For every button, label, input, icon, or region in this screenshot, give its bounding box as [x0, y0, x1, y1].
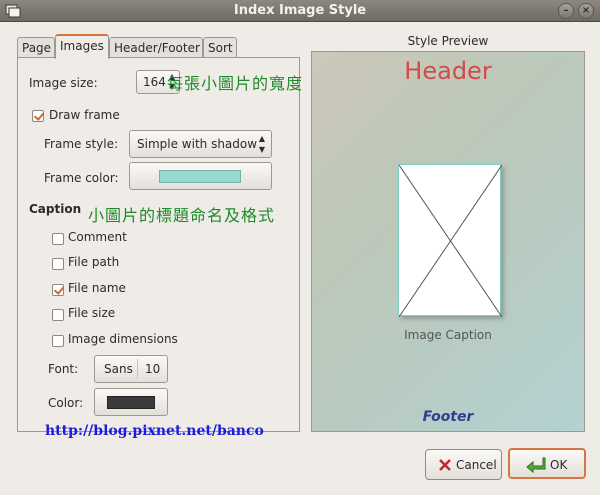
combo-arrows-icon: ▲ ▼: [258, 134, 266, 154]
caption-annotation: 小圖片的標題命名及格式: [88, 206, 276, 225]
style-preview-label: Style Preview: [407, 34, 489, 48]
frame-style-label: Frame style:: [44, 137, 119, 151]
comment-label: Comment: [68, 230, 127, 244]
frame-color-button[interactable]: [129, 162, 272, 190]
caption-heading: Caption: [29, 202, 82, 216]
ok-label: OK: [550, 458, 568, 472]
preview-caption: Image Caption: [404, 328, 492, 342]
file-path-checkbox[interactable]: [52, 258, 64, 270]
image-dimensions-label: Image dimensions: [68, 332, 178, 346]
style-preview-area: Header Image Caption Footer: [311, 51, 585, 432]
font-name: Sans: [104, 362, 133, 376]
preview-thumbnail: [398, 164, 503, 318]
font-button[interactable]: Sans 10: [94, 355, 168, 383]
font-label: Font:: [48, 362, 79, 376]
ok-arrow-icon: [526, 457, 546, 474]
minimize-icon[interactable]: –: [558, 3, 574, 19]
tab-page[interactable]: Page: [17, 37, 55, 58]
draw-frame-label: Draw frame: [49, 108, 120, 122]
tab-images[interactable]: Images: [55, 34, 109, 59]
font-size: 10: [145, 362, 161, 376]
color-label: Color:: [48, 396, 84, 410]
file-path-label: File path: [68, 255, 120, 269]
frame-style-value: Simple with shadow: [137, 137, 258, 151]
image-dimensions-checkbox[interactable]: [52, 335, 64, 347]
preview-header: Header: [404, 57, 492, 85]
image-size-label: Image size:: [29, 76, 98, 90]
font-separator: [137, 359, 138, 379]
tab-sort[interactable]: Sort: [203, 37, 237, 58]
file-name-label: File name: [68, 281, 126, 295]
images-tab-panel: Image size: 164 ▲ ▼ 每張小圖片的寬度 Draw frame F…: [17, 57, 304, 432]
file-size-checkbox[interactable]: [52, 309, 64, 321]
caption-color-swatch: [107, 396, 155, 409]
image-size-annotation: 每張小圖片的寬度: [167, 74, 304, 93]
comment-checkbox[interactable]: [52, 233, 64, 245]
frame-style-combo[interactable]: Simple with shadow ▲ ▼: [129, 130, 272, 158]
cancel-button[interactable]: Cancel: [425, 449, 502, 480]
cancel-label: Cancel: [456, 458, 497, 472]
preview-footer: Footer: [422, 409, 474, 425]
ok-button[interactable]: OK: [508, 448, 586, 479]
frame-color-swatch: [159, 170, 241, 183]
draw-frame-checkbox[interactable]: [32, 110, 44, 122]
file-name-checkbox[interactable]: [52, 284, 64, 296]
cancel-icon: [439, 459, 451, 471]
tab-header-footer[interactable]: Header/Footer: [109, 37, 203, 58]
caption-color-button[interactable]: [94, 388, 168, 416]
file-size-label: File size: [68, 306, 116, 320]
title-bar: Index Image Style – ×: [0, 0, 600, 22]
blog-url-watermark: http://blog.pixnet.net/banco: [45, 423, 264, 439]
image-size-value: 164: [143, 75, 166, 89]
frame-color-label: Frame color:: [44, 171, 119, 185]
window-title: Index Image Style: [233, 3, 367, 18]
close-icon[interactable]: ×: [578, 3, 594, 19]
image-placeholder-icon: [398, 164, 503, 318]
